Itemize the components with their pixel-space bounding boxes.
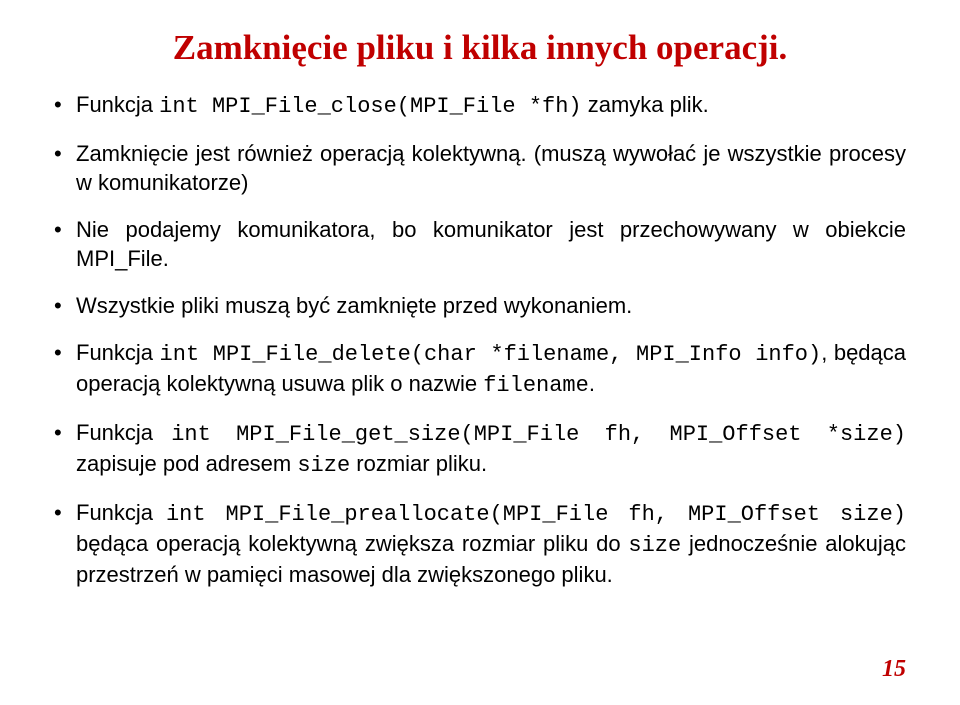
code-span: int MPI_File_get_size(MPI_File fh, MPI_O… (171, 422, 906, 447)
bullet-text: . (589, 371, 595, 396)
bullet-text: zapisuje pod adresem (76, 451, 297, 476)
bullet-text: Wszystkie pliki muszą być zamknięte prze… (76, 293, 632, 318)
bullet-text: zamyka plik. (582, 92, 709, 117)
bullet-text: Zamknięcie jest również operacją kolekty… (76, 141, 906, 195)
bullet-text: Funkcja (76, 340, 160, 365)
code-span: int MPI_File_close(MPI_File *fh) (159, 94, 581, 119)
bullet-item: Wszystkie pliki muszą być zamknięte prze… (54, 291, 906, 320)
bullet-text: Funkcja (76, 92, 159, 117)
bullet-item: Nie podajemy komunikatora, bo komunikato… (54, 215, 906, 273)
bullet-item: Funkcja int MPI_File_get_size(MPI_File f… (54, 418, 906, 480)
bullet-text: Nie podajemy komunikatora, bo komunikato… (76, 217, 906, 271)
slide-title: Zamknięcie pliku i kilka innych operacji… (54, 28, 906, 68)
bullet-item: Funkcja int MPI_File_close(MPI_File *fh)… (54, 90, 906, 121)
bullet-item: Funkcja int MPI_File_delete(char *filena… (54, 338, 906, 400)
bullet-text: rozmiar pliku. (350, 451, 487, 476)
code-span: size (628, 533, 681, 558)
bullet-text: Funkcja (76, 420, 171, 445)
code-span: int MPI_File_preallocate(MPI_File fh, MP… (166, 502, 906, 527)
slide-content: Zamknięcie pliku i kilka innych operacji… (0, 0, 960, 705)
bullet-text: będąca operacją kolektywną zwiększa rozm… (76, 531, 628, 556)
code-span: filename (483, 373, 589, 398)
bullet-item: Zamknięcie jest również operacją kolekty… (54, 139, 906, 197)
code-span: size (297, 453, 350, 478)
bullet-list: Funkcja int MPI_File_close(MPI_File *fh)… (54, 90, 906, 589)
page-number: 15 (882, 656, 906, 683)
code-span: int MPI_File_delete(char *filename, MPI_… (160, 342, 822, 367)
bullet-item: Funkcja int MPI_File_preallocate(MPI_Fil… (54, 498, 906, 589)
bullet-text: Funkcja (76, 500, 166, 525)
